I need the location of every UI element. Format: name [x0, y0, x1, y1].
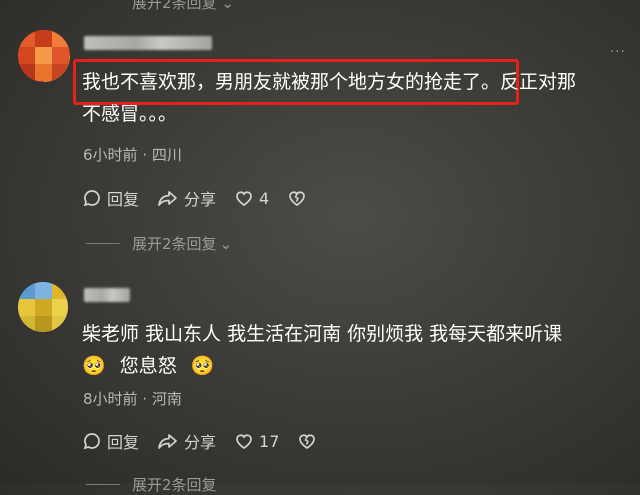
- reply-label: 回复: [107, 433, 140, 452]
- like-count: 17: [259, 431, 280, 451]
- comment-text-line-2: 🥺 您息怒 🥺: [82, 350, 562, 382]
- heart-icon: [236, 191, 252, 206]
- reply-bubble-icon: [83, 190, 100, 207]
- like-button[interactable]: 4: [234, 188, 269, 208]
- chevron-down-icon: ⌄: [221, 0, 234, 12]
- expand-replies-top[interactable]: 展开2条回复 ⌄: [132, 0, 234, 13]
- share-button[interactable]: 分享: [157, 429, 216, 453]
- share-label: 分享: [184, 190, 217, 209]
- comment-text: 我也不喜欢那，男朋友就被那个地方女的抢走了。反正对那 不感冒。。。: [82, 66, 576, 130]
- meta-dot: ·: [142, 390, 152, 408]
- broken-heart-icon: [289, 191, 306, 206]
- comment-location: 河南: [151, 390, 182, 408]
- dislike-button[interactable]: [287, 188, 312, 208]
- broken-heart-icon: [299, 434, 316, 449]
- username-blurred[interactable]: [84, 288, 130, 302]
- heart-icon: [236, 434, 252, 449]
- share-arrow-icon: [158, 434, 177, 449]
- comment-time: 8小时前: [83, 390, 138, 408]
- comment-location: 四川: [151, 146, 182, 164]
- comment-text-line-2: 不感冒。。。: [82, 103, 178, 125]
- reply-bubble-icon: [83, 433, 100, 450]
- divider-line: [86, 484, 120, 485]
- expand-replies-button[interactable]: 展开2条回复: [86, 474, 217, 495]
- reply-button[interactable]: 回复: [82, 429, 139, 453]
- comment-actions: 回复 分享 17: [82, 429, 340, 453]
- meta-dot: ·: [142, 146, 152, 164]
- avatar[interactable]: [18, 30, 70, 82]
- reply-button[interactable]: 回复: [82, 186, 139, 210]
- divider-line: [86, 243, 120, 244]
- like-button[interactable]: 17: [234, 431, 279, 451]
- username-blurred[interactable]: [84, 36, 212, 50]
- expand-replies-button[interactable]: 展开2条回复 ⌄: [86, 233, 232, 254]
- share-arrow-icon: [158, 191, 177, 206]
- chevron-down-icon: ⌄: [219, 234, 233, 253]
- comment-text: 柴老师 我山东人 我生活在河南 你别烦我 我每天都来听课 🥺 您息怒 🥺: [82, 318, 562, 382]
- expand-replies-label: 展开2条回复: [132, 476, 217, 494]
- pleading-face-emoji: 🥺: [190, 355, 215, 377]
- comment-text-segment: 您息怒: [119, 355, 177, 377]
- comment-meta: 6小时前 · 四川: [83, 144, 182, 165]
- comment-text-line-1: 柴老师 我山东人 我生活在河南 你别烦我 我每天都来听课: [82, 323, 563, 345]
- comment-actions: 回复 分享 4: [82, 186, 330, 210]
- comment-meta: 8小时前 · 河南: [83, 388, 182, 409]
- comment-time: 6小时前: [83, 146, 138, 164]
- expand-replies-label: 展开2条回复: [132, 235, 217, 253]
- comment-text-line-1: 我也不喜欢那，男朋友就被那个地方女的抢走了。反正对那: [82, 71, 577, 93]
- more-options-icon[interactable]: ···: [610, 44, 626, 60]
- dislike-button[interactable]: [297, 431, 322, 451]
- like-count: 4: [259, 188, 270, 208]
- pleading-face-emoji: 🥺: [82, 355, 106, 377]
- share-label: 分享: [184, 433, 217, 452]
- avatar[interactable]: [18, 282, 68, 332]
- reply-label: 回复: [107, 190, 140, 209]
- share-button[interactable]: 分享: [157, 186, 216, 210]
- expand-replies-label: 展开2条回复: [132, 0, 217, 12]
